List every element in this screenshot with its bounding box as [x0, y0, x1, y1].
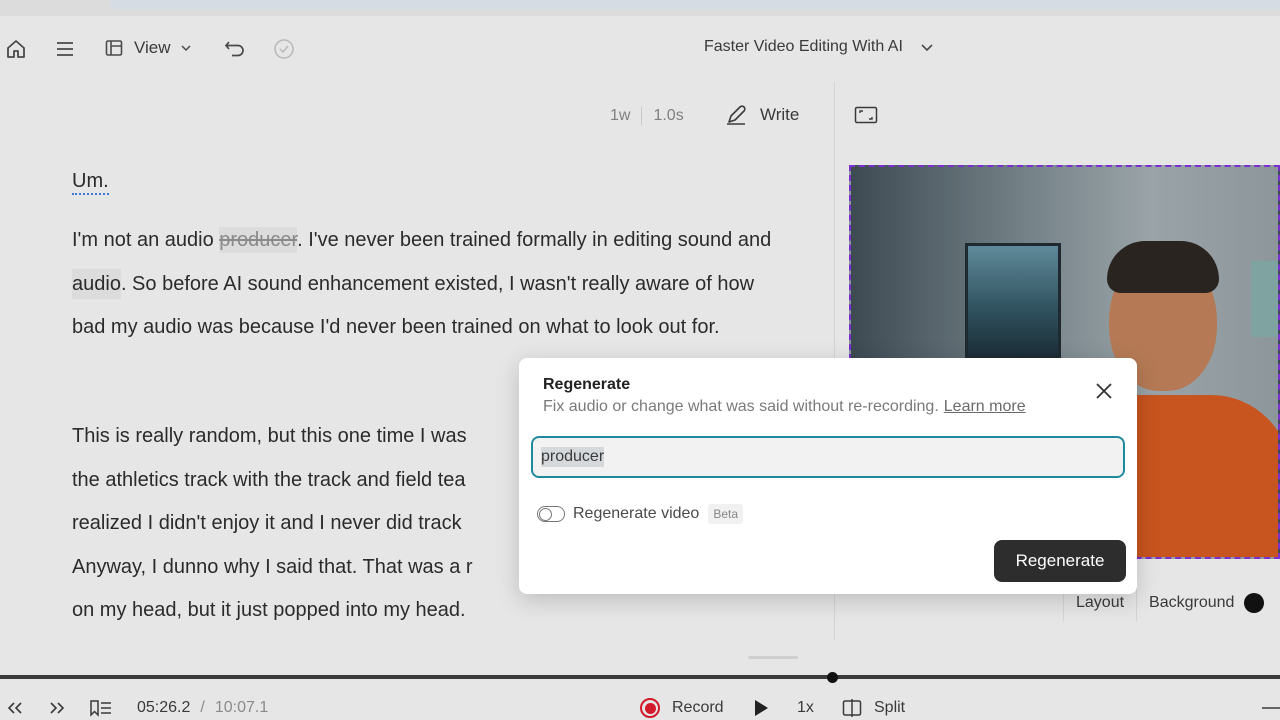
selection-meta: 1w 1.0s — [610, 104, 684, 128]
record-button[interactable]: Record — [640, 698, 724, 718]
pen-icon — [727, 105, 746, 125]
browser-strip — [0, 0, 1280, 16]
menu-button[interactable] — [55, 39, 75, 59]
toggle-label: Regenerate video — [573, 505, 700, 522]
close-button[interactable] — [1093, 380, 1115, 402]
meta-divider — [641, 107, 643, 125]
double-chevron-left-icon — [7, 702, 22, 714]
split-icon — [842, 699, 862, 717]
timeline-track[interactable] — [0, 675, 1280, 679]
beta-badge: Beta — [708, 504, 743, 524]
transcript-line-um[interactable]: Um. — [72, 160, 772, 204]
transcript-paragraph-1[interactable]: I'm not an audio producer. I've never be… — [72, 219, 772, 350]
skip-forward-button[interactable] — [48, 698, 66, 718]
regenerate-button[interactable]: Regenerate — [994, 540, 1126, 582]
regenerate-text-input[interactable] — [531, 436, 1125, 478]
selection-duration: 1.0s — [653, 107, 684, 124]
expand-icon — [854, 106, 878, 124]
background-label: Background — [1149, 594, 1235, 611]
address-bar — [110, 0, 1280, 10]
current-time: 05:26.2 — [137, 699, 191, 716]
sync-status-button[interactable] — [273, 38, 295, 60]
skip-back-button[interactable] — [6, 698, 24, 718]
filler-word[interactable]: Um. — [72, 169, 109, 195]
background-tab[interactable]: Background — [1136, 585, 1276, 621]
regenerate-video-toggle[interactable] — [537, 506, 565, 522]
dialog-subtitle-text: Fix audio or change what was said withou… — [543, 398, 939, 415]
chapters-button[interactable] — [89, 698, 113, 718]
speaker-hair — [1107, 241, 1219, 293]
minus-icon — [1262, 707, 1280, 709]
dialog-title: Regenerate — [543, 376, 631, 393]
playback-speed-button[interactable]: 1x — [797, 698, 814, 718]
total-time: 10:07.1 — [214, 699, 269, 716]
check-circle-icon — [274, 39, 294, 59]
playhead-knob[interactable] — [827, 672, 838, 683]
wall-poster — [965, 243, 1061, 359]
regenerate-video-row: Regenerate video Beta — [537, 504, 743, 524]
more-options-button[interactable] — [1262, 698, 1280, 718]
hovered-word[interactable]: audio — [72, 268, 121, 299]
project-title-dropdown[interactable]: Faster Video Editing With AI — [704, 38, 935, 56]
undo-button[interactable] — [224, 38, 246, 58]
para1-text-mid: . I've never been trained formally in ed… — [297, 229, 772, 251]
play-icon — [755, 700, 768, 716]
chevron-down-icon — [181, 45, 191, 52]
play-button[interactable] — [753, 698, 769, 718]
home-icon — [7, 40, 25, 58]
record-icon — [640, 698, 660, 718]
para1-text-end: . So before AI sound enhancement existed… — [72, 272, 755, 339]
layout-panel-icon — [105, 40, 123, 56]
view-dropdown[interactable]: View — [104, 38, 193, 58]
double-chevron-right-icon — [50, 702, 65, 714]
timecode: 05:26.2 / 10:07.1 — [137, 698, 268, 718]
para1-text-start: I'm not an audio — [72, 229, 220, 251]
write-label: Write — [760, 105, 800, 124]
view-label: View — [134, 38, 171, 57]
close-icon — [1096, 383, 1112, 399]
split-button[interactable]: Split — [842, 698, 905, 718]
record-label: Record — [672, 699, 724, 716]
word-count: 1w — [610, 107, 631, 124]
project-title: Faster Video Editing With AI — [704, 38, 903, 55]
background-color-swatch[interactable] — [1244, 593, 1265, 613]
learn-more-link[interactable]: Learn more — [944, 398, 1026, 415]
bookmark-list-icon — [90, 700, 111, 717]
chevron-down-icon — [921, 44, 933, 52]
fullscreen-button[interactable] — [854, 106, 878, 124]
home-button[interactable] — [5, 38, 27, 60]
dialog-subtitle: Fix audio or change what was said withou… — [543, 398, 1026, 416]
panel-resize-handle[interactable] — [748, 656, 798, 659]
wall-poster-2 — [1251, 261, 1278, 337]
regenerate-dialog: Regenerate Fix audio or change what was … — [519, 358, 1137, 594]
hamburger-icon — [57, 42, 73, 56]
write-button[interactable]: Write — [724, 103, 799, 127]
struck-word[interactable]: producer — [219, 227, 298, 253]
time-separator: / — [200, 699, 205, 716]
split-label: Split — [874, 699, 906, 716]
undo-icon — [224, 41, 244, 57]
